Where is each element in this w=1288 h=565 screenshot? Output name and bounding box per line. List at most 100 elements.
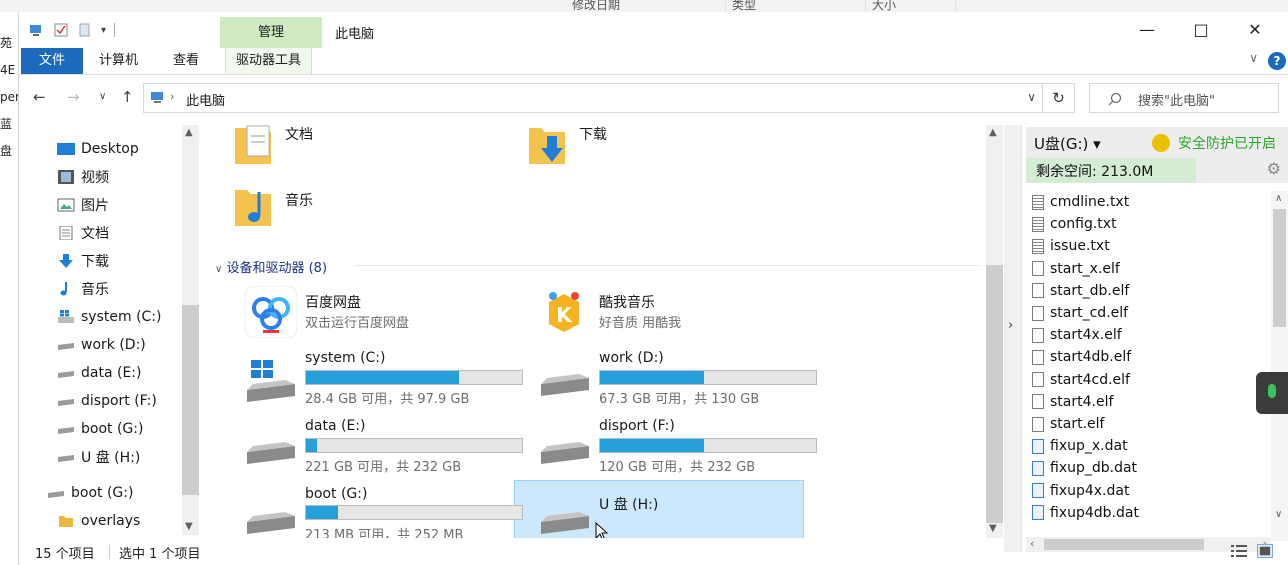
- help-icon[interactable]: ?: [1268, 52, 1286, 70]
- file-list-scrollbar[interactable]: ∧ ∨: [1271, 191, 1288, 541]
- sidebar-item-label: overlays: [81, 513, 141, 529]
- ribbon-tabs: 文件 计算机 查看 驱动器工具 ∨ ?: [19, 48, 1288, 75]
- drive-usage-fill: [306, 439, 317, 452]
- search-input[interactable]: 搜索"此电脑": [1138, 90, 1215, 109]
- drive-capacity: 28.4 GB 可用，共 97.9 GB: [305, 392, 470, 407]
- customize-toolbar-icon[interactable]: ▾: [101, 25, 106, 36]
- forward-icon[interactable]: →: [67, 88, 80, 106]
- tab-drive-tools[interactable]: 驱动器工具: [225, 48, 313, 74]
- large-icons-view-icon[interactable]: [1257, 544, 1273, 558]
- file-list-item[interactable]: start4db.elf: [1032, 346, 1131, 368]
- tab-computer[interactable]: 计算机: [89, 48, 148, 74]
- mouse-cursor-icon: [595, 522, 609, 538]
- downloads-folder-icon[interactable]: [527, 122, 567, 166]
- file-list-item[interactable]: fixup4x.dat: [1032, 480, 1129, 502]
- devices-group-header[interactable]: ∨ 设备和驱动器 (8): [215, 257, 327, 276]
- drive-icon: [541, 374, 589, 396]
- file-list-item[interactable]: start4x.elf: [1032, 324, 1122, 346]
- tab-view[interactable]: 查看: [163, 48, 209, 74]
- up-icon[interactable]: ↑: [121, 88, 134, 106]
- group-divider: [354, 265, 979, 266]
- file-list-item[interactable]: start_cd.elf: [1032, 302, 1128, 324]
- sidebar-item-disport-f[interactable]: disport (F:): [57, 390, 157, 412]
- computer-icon[interactable]: [29, 22, 45, 38]
- app-baidu-netdisk[interactable]: 百度网盘: [305, 292, 361, 312]
- sidebar-item-music[interactable]: 音乐: [57, 278, 109, 300]
- file-list-item[interactable]: issue.txt: [1032, 235, 1110, 257]
- sidebar-item-documents[interactable]: 文档: [57, 222, 109, 244]
- file-list-item[interactable]: start.elf: [1032, 413, 1105, 435]
- drive-usage-fill: [600, 439, 704, 452]
- music-folder-icon[interactable]: [233, 184, 273, 228]
- usb-drive-selector[interactable]: U盘(G:) ▾: [1034, 133, 1101, 154]
- breadcrumb[interactable]: 此电脑: [186, 90, 225, 109]
- drive-usage-fill: [306, 506, 339, 519]
- address-bar[interactable]: › 此电脑 ∨: [143, 83, 1043, 113]
- file-list-item[interactable]: start4cd.elf: [1032, 369, 1130, 391]
- app-kuwo-music[interactable]: 酷我音乐: [599, 292, 655, 312]
- file-list-item[interactable]: start_x.elf: [1032, 258, 1120, 280]
- file-list-item[interactable]: fixup_x.dat: [1032, 435, 1128, 457]
- tab-manage[interactable]: 管理: [220, 17, 322, 48]
- gear-icon[interactable]: ⚙: [1267, 159, 1281, 178]
- new-folder-icon[interactable]: [77, 22, 93, 38]
- file-list-item[interactable]: cmdline.txt: [1032, 191, 1129, 213]
- file-list-item[interactable]: start_db.elf: [1032, 280, 1129, 302]
- maximize-icon[interactable]: □: [1191, 20, 1211, 40]
- search-box[interactable]: 搜索"此电脑": [1089, 83, 1279, 113]
- refresh-icon[interactable]: ↻: [1043, 83, 1075, 113]
- sidebar-item-data-e[interactable]: data (E:): [57, 362, 141, 384]
- document-icon: [59, 226, 73, 240]
- safety-status[interactable]: 安全防护已开启: [1152, 133, 1276, 153]
- scroll-up-icon[interactable]: ▲: [989, 127, 997, 138]
- scroll-up-icon[interactable]: ▲: [185, 127, 193, 138]
- drive-label: disport (F:): [599, 418, 675, 434]
- scrollbar-thumb[interactable]: [986, 265, 1003, 523]
- sidebar-item-boot-g[interactable]: boot (G:): [57, 418, 143, 440]
- folder-documents[interactable]: 文档: [285, 124, 313, 144]
- panel-collapse-bar[interactable]: ›: [1004, 125, 1022, 552]
- sidebar-item-overlays[interactable]: overlays: [57, 510, 140, 532]
- navigation-scrollbar[interactable]: ▲ ▼: [182, 125, 199, 535]
- details-view-icon[interactable]: [1231, 544, 1247, 558]
- documents-folder-icon[interactable]: [233, 122, 273, 166]
- sidebar-item-label: data (E:): [81, 365, 142, 381]
- scroll-up-icon[interactable]: ∧: [1275, 193, 1282, 204]
- background-window: 修改日期 类型 大小: [0, 0, 1288, 13]
- free-space-label: 剩余空间: 213.0M: [1036, 164, 1154, 180]
- chevron-right-icon[interactable]: ›: [1008, 318, 1013, 333]
- tab-file[interactable]: 文件: [21, 48, 83, 74]
- text-file-icon: [1032, 194, 1044, 210]
- properties-icon[interactable]: [53, 22, 69, 38]
- scroll-down-icon[interactable]: ▼: [185, 521, 193, 532]
- voice-input-button[interactable]: [1256, 372, 1288, 414]
- kuwo-music-icon[interactable]: K: [539, 286, 589, 336]
- folder-downloads[interactable]: 下载: [579, 124, 607, 144]
- sidebar-item-system-c[interactable]: system (C:): [57, 306, 161, 328]
- sidebar-item-video[interactable]: 视频: [57, 166, 109, 188]
- folder-music[interactable]: 音乐: [285, 190, 313, 210]
- sidebar-item-downloads[interactable]: 下载: [57, 250, 109, 272]
- sidebar-item-desktop[interactable]: Desktop: [57, 138, 139, 160]
- scrollbar-thumb[interactable]: [182, 305, 199, 495]
- scroll-down-icon[interactable]: ▼: [989, 523, 997, 534]
- scrollbar-thumb[interactable]: [1273, 209, 1286, 327]
- close-icon[interactable]: ✕: [1245, 20, 1265, 40]
- sidebar-item-boot-g-root[interactable]: boot (G:): [47, 482, 133, 504]
- back-icon[interactable]: ←: [33, 88, 46, 106]
- file-list-item[interactable]: config.txt: [1032, 213, 1117, 235]
- sidebar-item-usb-h[interactable]: U 盘 (H:): [57, 446, 140, 468]
- file-list-item[interactable]: fixup_db.dat: [1032, 457, 1137, 479]
- minimize-icon[interactable]: —: [1137, 20, 1157, 40]
- ribbon-expand-icon[interactable]: ∨: [1249, 51, 1258, 65]
- file-list-item[interactable]: start4.elf: [1032, 391, 1113, 413]
- file-list-item[interactable]: fixup4db.dat: [1032, 502, 1139, 524]
- toolbar-divider: [114, 23, 116, 37]
- recent-locations-icon[interactable]: ∨: [99, 91, 106, 102]
- sidebar-item-pictures[interactable]: 图片: [57, 194, 109, 216]
- scroll-down-icon[interactable]: ∨: [1275, 509, 1282, 520]
- address-dropdown-icon[interactable]: ∨: [1027, 90, 1036, 104]
- sidebar-item-work-d[interactable]: work (D:): [57, 334, 146, 356]
- baidu-netdisk-icon[interactable]: [245, 286, 297, 338]
- content-scrollbar[interactable]: ▲ ▼: [986, 125, 1003, 538]
